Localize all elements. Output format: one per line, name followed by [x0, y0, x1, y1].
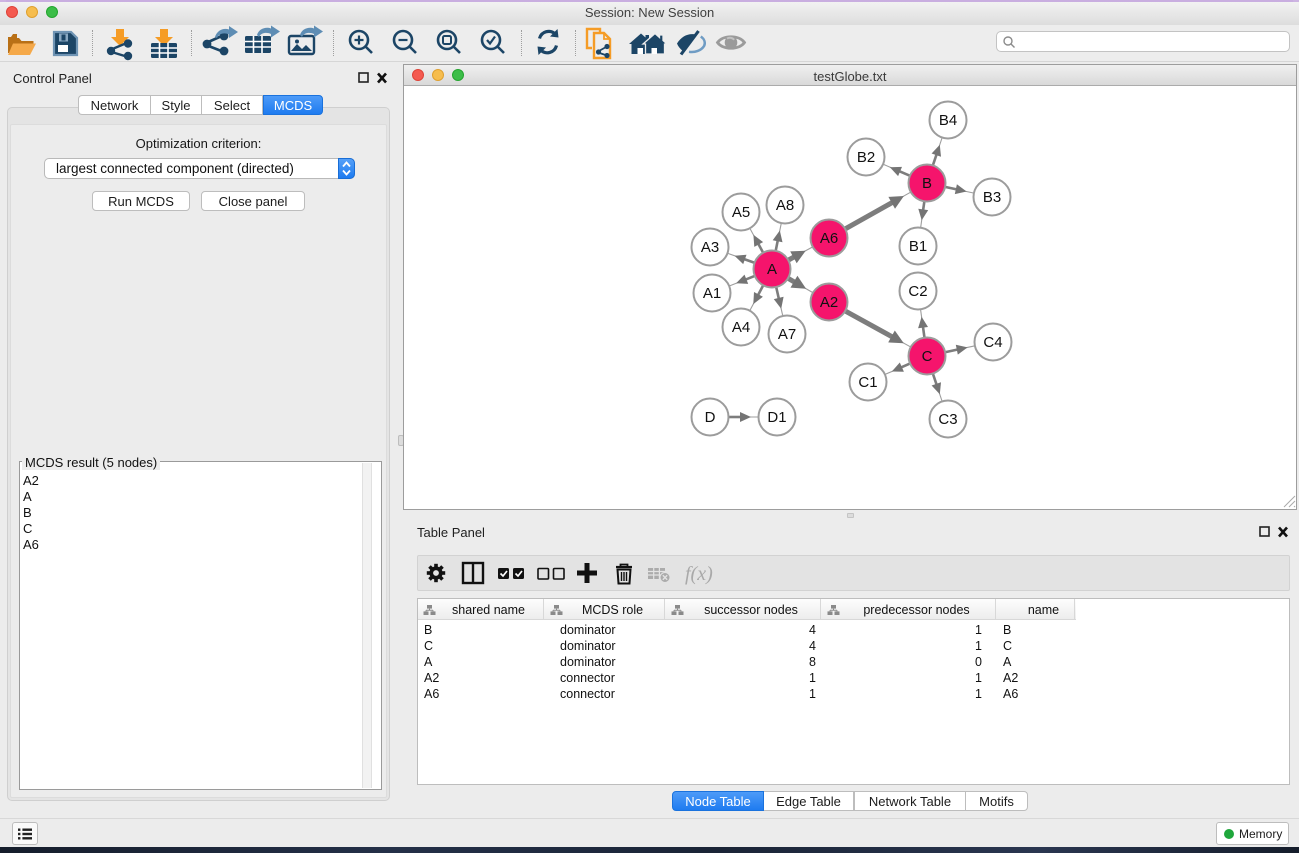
- svg-text:C: C: [922, 348, 933, 365]
- svg-text:D1: D1: [767, 409, 786, 426]
- svg-text:C4: C4: [983, 334, 1002, 351]
- svg-text:B: B: [922, 175, 932, 192]
- svg-text:A7: A7: [778, 326, 796, 343]
- svg-text:A2: A2: [820, 294, 838, 311]
- svg-text:A8: A8: [776, 197, 794, 214]
- svg-text:B3: B3: [983, 189, 1001, 206]
- svg-text:C3: C3: [938, 411, 957, 428]
- svg-text:B1: B1: [909, 238, 927, 255]
- svg-text:C2: C2: [908, 283, 927, 300]
- svg-text:B2: B2: [857, 149, 875, 166]
- svg-text:A1: A1: [703, 285, 721, 302]
- svg-text:A5: A5: [732, 204, 750, 221]
- svg-text:A: A: [767, 261, 777, 278]
- svg-text:A4: A4: [732, 319, 750, 336]
- svg-text:C1: C1: [858, 374, 877, 391]
- svg-text:A6: A6: [820, 230, 838, 247]
- svg-text:D: D: [705, 409, 716, 426]
- svg-text:A3: A3: [701, 239, 719, 256]
- svg-text:f(x): f(x): [685, 563, 713, 585]
- svg-text:B4: B4: [939, 112, 957, 129]
